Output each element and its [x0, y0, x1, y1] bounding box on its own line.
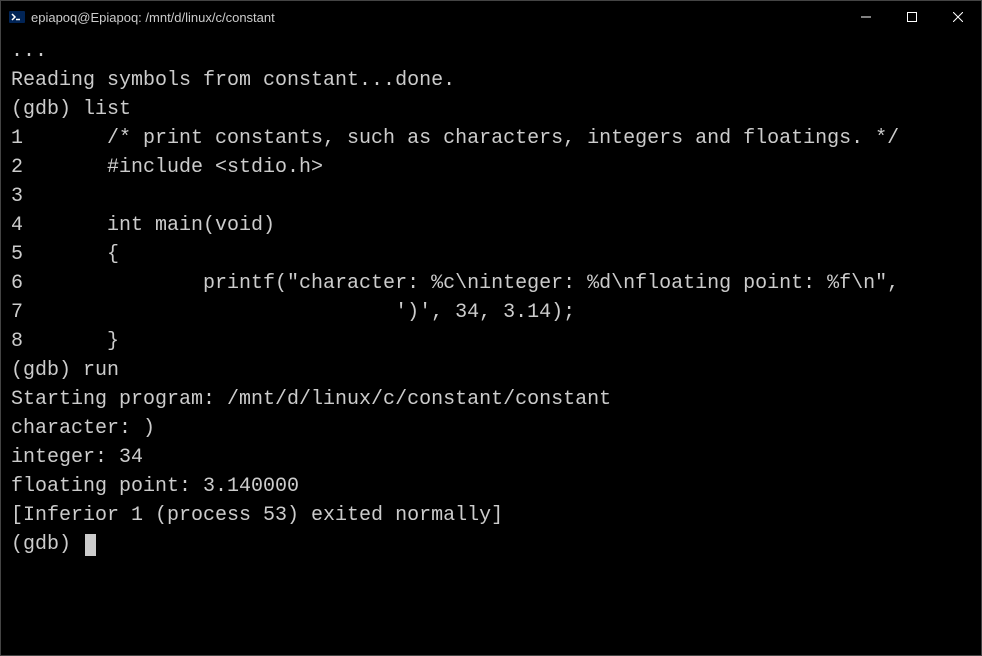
terminal-line: 6 printf("character: %c\ninteger: %d\nfl… — [11, 272, 899, 295]
terminal-cursor — [85, 534, 96, 556]
terminal-line: Reading symbols from constant...done. — [11, 69, 455, 92]
terminal-line: floating point: 3.140000 — [11, 475, 299, 498]
terminal-line: Starting program: /mnt/d/linux/c/constan… — [11, 388, 611, 411]
terminal-line: character: ) — [11, 417, 155, 440]
terminal-line: ... — [11, 40, 47, 63]
powershell-icon — [9, 9, 25, 25]
terminal-line: [Inferior 1 (process 53) exited normally… — [11, 504, 503, 527]
terminal-line: 5 { — [11, 243, 119, 266]
close-button[interactable] — [935, 1, 981, 33]
terminal-line: 7 ')', 34, 3.14); — [11, 301, 575, 324]
terminal-output[interactable]: ... Reading symbols from constant...done… — [1, 33, 981, 563]
terminal-line: (gdb) run — [11, 359, 119, 382]
terminal-line: (gdb) list — [11, 98, 131, 121]
terminal-line: 3 — [11, 185, 23, 208]
terminal-line: integer: 34 — [11, 446, 143, 469]
maximize-button[interactable] — [889, 1, 935, 33]
terminal-line: 2 #include <stdio.h> — [11, 156, 323, 179]
terminal-line: 1 /* print constants, such as characters… — [11, 127, 899, 150]
titlebar: epiapoq@Epiapoq: /mnt/d/linux/c/constant — [1, 1, 981, 33]
terminal-prompt-line: (gdb) — [11, 533, 83, 556]
terminal-line: 8 } — [11, 330, 119, 353]
window-controls — [843, 1, 981, 33]
terminal-line: 4 int main(void) — [11, 214, 275, 237]
minimize-button[interactable] — [843, 1, 889, 33]
window-title: epiapoq@Epiapoq: /mnt/d/linux/c/constant — [31, 10, 843, 25]
